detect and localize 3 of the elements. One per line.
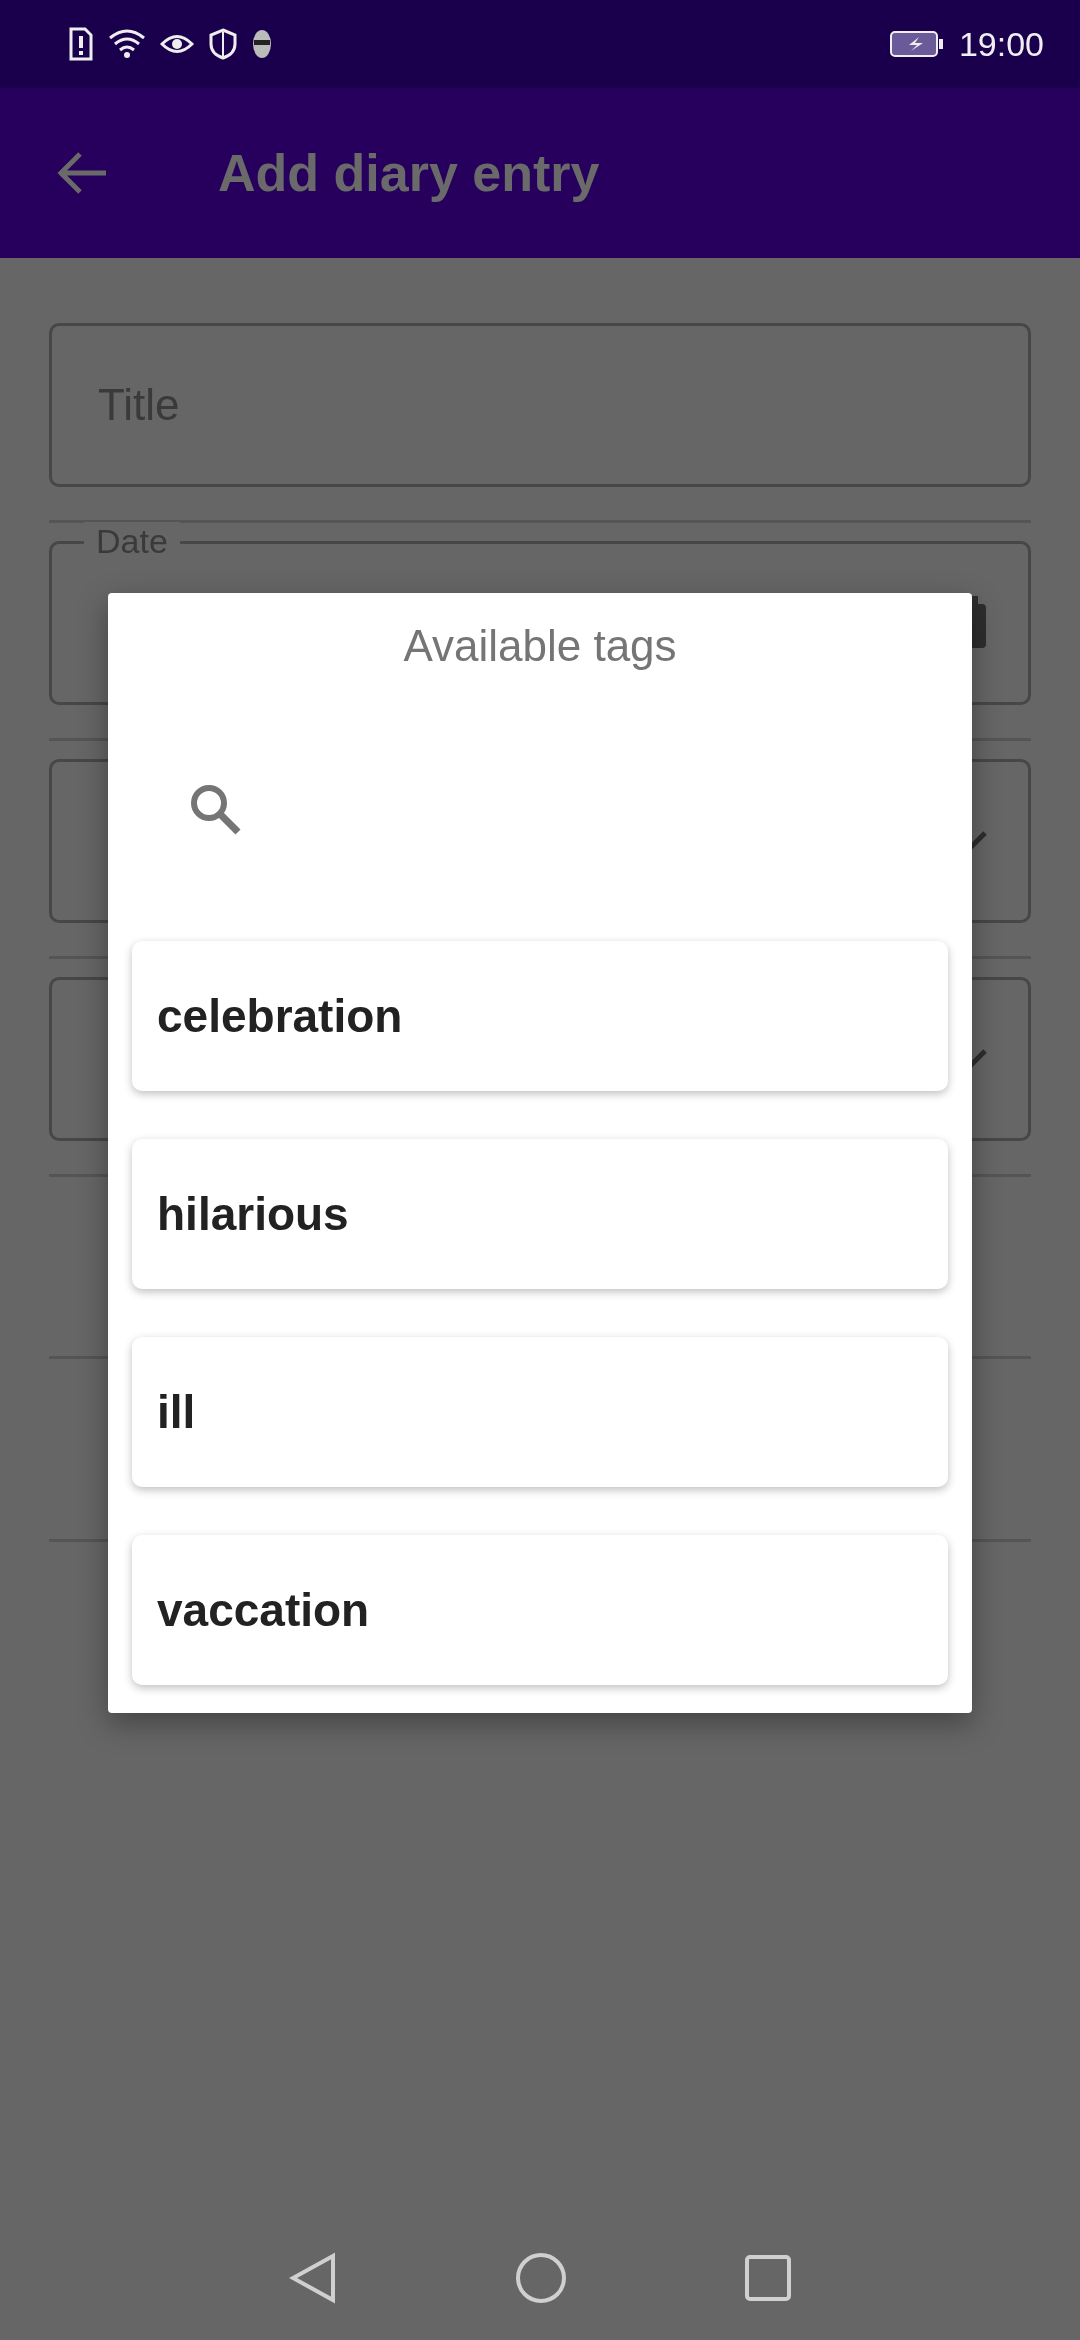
- status-time: 19:00: [958, 24, 1044, 64]
- screen-title: Add diary entry: [218, 143, 600, 203]
- dialog-title: Available tags: [403, 621, 677, 671]
